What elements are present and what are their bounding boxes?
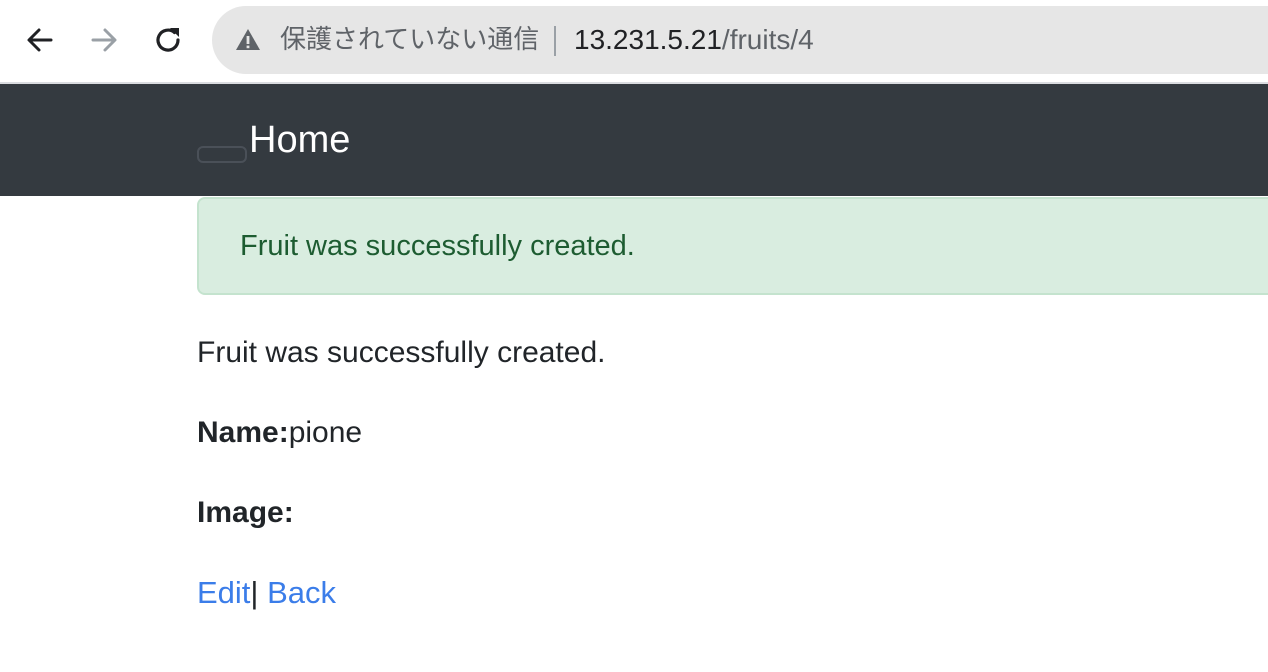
name-field: Name:pione — [197, 414, 362, 452]
action-links: Edit| Back — [197, 574, 336, 612]
arrow-right-icon — [91, 28, 117, 52]
url-text[interactable]: 13.231.5.21/fruits/4 — [574, 6, 814, 74]
image-label: Image: — [197, 496, 294, 529]
arrow-left-icon — [27, 28, 53, 52]
url-host: 13.231.5.21 — [574, 24, 722, 55]
warning-icon[interactable] — [234, 26, 262, 54]
back-link[interactable]: Back — [267, 575, 336, 610]
browser-toolbar: 保護されていない通信 13.231.5.21/fruits/4 — [0, 0, 1268, 84]
link-separator: | — [250, 575, 259, 610]
forward-button[interactable] — [82, 18, 126, 62]
security-status-label[interactable]: 保護されていない通信 — [280, 6, 539, 74]
name-label: Name: — [197, 416, 289, 449]
navbar-toggler-button[interactable] — [197, 146, 247, 163]
url-path: /fruits/4 — [721, 24, 814, 55]
address-bar[interactable]: 保護されていない通信 13.231.5.21/fruits/4 — [212, 6, 1268, 74]
image-field: Image: — [197, 494, 294, 532]
notice-text: Fruit was successfully created. — [197, 336, 606, 369]
edit-link[interactable]: Edit — [197, 575, 250, 610]
name-value: pione — [288, 416, 363, 449]
address-divider — [554, 26, 556, 56]
back-button[interactable] — [18, 18, 62, 62]
home-link[interactable]: Home — [249, 116, 350, 164]
alert-message: Fruit was successfully created. — [240, 230, 635, 262]
reload-button[interactable] — [146, 18, 190, 62]
navbar: Home — [0, 84, 1268, 196]
reload-icon — [156, 28, 180, 52]
success-alert: Fruit was successfully created. — [197, 197, 1268, 295]
